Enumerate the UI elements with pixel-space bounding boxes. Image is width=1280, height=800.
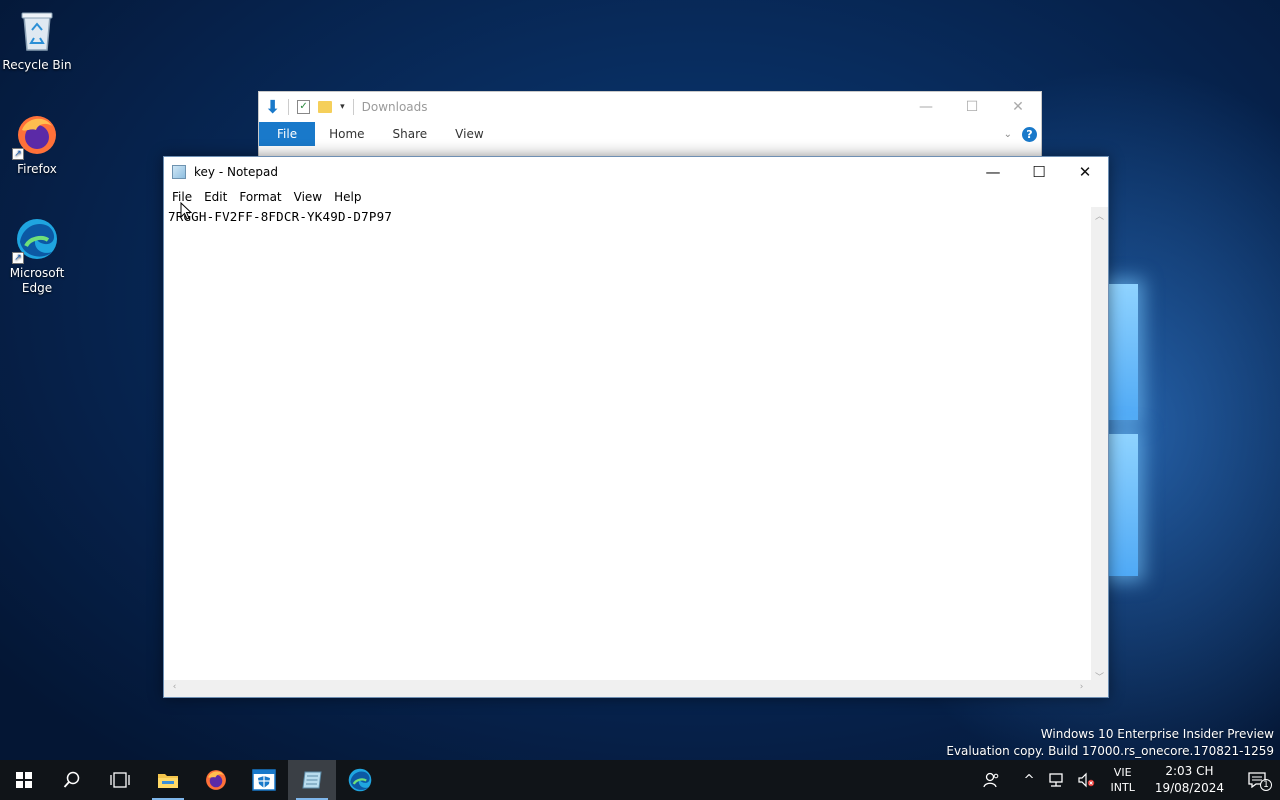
taskbar-firefox[interactable] — [192, 760, 240, 800]
explorer-window[interactable]: ⬇ ✓ ▾ Downloads — ☐ ✕ File Home Share Vi… — [258, 91, 1042, 161]
notepad-close-button[interactable]: ✕ — [1062, 157, 1108, 187]
build-watermark: Windows 10 Enterprise Insider Preview Ev… — [946, 726, 1274, 760]
menu-format[interactable]: Format — [233, 190, 287, 204]
notification-count-badge: 1 — [1260, 779, 1272, 791]
network-button[interactable] — [1041, 760, 1071, 800]
notepad-icon — [302, 771, 322, 789]
ribbon-tab-home[interactable]: Home — [315, 122, 378, 146]
properties-icon[interactable]: ✓ — [297, 100, 311, 114]
desktop-icon-firefox[interactable]: ↗ Firefox — [2, 112, 72, 177]
windows-start-icon — [16, 772, 32, 788]
desktop-icon-label: Microsoft Edge — [9, 266, 65, 295]
notepad-menu-bar: File Edit Format View Help — [164, 187, 1108, 207]
watermark-edition: Windows 10 Enterprise Insider Preview — [1040, 727, 1274, 741]
volume-button[interactable] — [1071, 760, 1101, 800]
taskbar-file-explorer[interactable] — [144, 760, 192, 800]
ribbon-expand-chevron-icon[interactable]: ⌄ — [1004, 129, 1012, 140]
action-center-button[interactable]: 1 — [1234, 760, 1280, 800]
resize-grip[interactable] — [1091, 680, 1108, 697]
edge-icon — [348, 768, 372, 792]
desktop-icon-label: Firefox — [17, 162, 57, 176]
explorer-minimize-button[interactable]: — — [903, 92, 949, 122]
ribbon-tab-share[interactable]: Share — [379, 122, 442, 146]
explorer-titlebar[interactable]: ⬇ ✓ ▾ Downloads — ☐ ✕ — [259, 92, 1041, 122]
folder-icon — [158, 774, 178, 788]
menu-view[interactable]: View — [288, 190, 328, 204]
scroll-left-arrow-icon[interactable]: ‹ — [166, 682, 183, 692]
search-button[interactable] — [48, 760, 96, 800]
recycle-bin-icon — [14, 8, 60, 54]
explorer-maximize-button[interactable]: ☐ — [949, 92, 995, 122]
input-language-button[interactable]: VIE INTL — [1101, 760, 1145, 800]
scroll-right-arrow-icon[interactable]: › — [1073, 682, 1090, 692]
explorer-ribbon: File Home Share View ⌄ ? — [259, 122, 1041, 146]
notepad-minimize-button[interactable]: — — [970, 157, 1016, 187]
keyboard-layout: INTL — [1110, 781, 1135, 794]
vertical-scrollbar[interactable]: ︿ ﹀ — [1091, 207, 1108, 685]
explorer-title: Downloads — [361, 100, 428, 114]
search-icon — [63, 771, 80, 788]
task-view-icon — [110, 772, 130, 788]
menu-help[interactable]: Help — [328, 190, 367, 204]
customize-dropdown-icon[interactable]: ▾ — [340, 102, 345, 112]
desktop-icon-recycle-bin[interactable]: Recycle Bin — [2, 8, 72, 73]
start-button[interactable] — [0, 760, 48, 800]
network-icon — [1048, 773, 1063, 787]
quick-access-toolbar: ⬇ ✓ ▾ — [265, 97, 354, 118]
chevron-up-icon: ^ — [1023, 772, 1035, 788]
firefox-icon — [206, 770, 226, 790]
clock-button[interactable]: 2:03 CH 19/08/2024 — [1145, 760, 1234, 800]
taskbar-notepad[interactable] — [288, 760, 336, 800]
shield-window-icon — [252, 769, 276, 791]
notepad-text-area[interactable]: 7RGGH-FV2FF-8FDCR-YK49D-D7P97 — [164, 207, 1092, 685]
language-code: VIE — [1113, 766, 1132, 779]
desktop-icon-label: Recycle Bin — [2, 58, 72, 72]
taskbar-security-app[interactable] — [240, 760, 288, 800]
desktop-icon-edge[interactable]: ↗ Microsoft Edge — [2, 216, 72, 296]
ribbon-tab-view[interactable]: View — [441, 122, 497, 146]
volume-muted-icon — [1077, 772, 1094, 788]
explorer-close-button[interactable]: ✕ — [995, 92, 1041, 122]
mouse-cursor-icon — [180, 201, 193, 220]
notepad-app-icon — [172, 165, 186, 179]
notepad-title: key - Notepad — [194, 165, 278, 179]
clock-date: 19/08/2024 — [1154, 781, 1224, 795]
notepad-titlebar[interactable]: key - Notepad — ☐ ✕ — [164, 157, 1108, 187]
scroll-up-arrow-icon[interactable]: ︿ — [1091, 209, 1108, 222]
people-button[interactable] — [976, 760, 1006, 800]
watermark-build: Evaluation copy. Build 17000.rs_onecore.… — [946, 744, 1274, 758]
task-view-button[interactable] — [96, 760, 144, 800]
new-folder-icon[interactable] — [318, 101, 333, 113]
notepad-window[interactable]: key - Notepad — ☐ ✕ File Edit Format Vie… — [163, 156, 1109, 698]
firefox-icon: ↗ — [12, 112, 60, 160]
people-icon — [982, 772, 998, 788]
help-icon[interactable]: ? — [1022, 126, 1037, 142]
wallpaper-logo — [1108, 270, 1148, 590]
taskbar: ^ VIE INTL 2:03 CH 19/08/2024 1 — [0, 760, 1280, 800]
notepad-maximize-button[interactable]: ☐ — [1016, 157, 1062, 187]
edge-icon: ↗ — [12, 216, 60, 264]
clock-time: 2:03 CH — [1165, 764, 1214, 778]
system-tray: ^ VIE INTL 2:03 CH 19/08/2024 1 — [976, 760, 1280, 800]
menu-edit[interactable]: Edit — [198, 190, 233, 204]
horizontal-scrollbar[interactable]: ‹ › — [164, 680, 1092, 697]
taskbar-edge[interactable] — [336, 760, 384, 800]
download-arrow-icon: ⬇ — [265, 96, 281, 118]
show-hidden-icons-button[interactable]: ^ — [1006, 760, 1041, 800]
ribbon-tab-file[interactable]: File — [259, 122, 316, 146]
